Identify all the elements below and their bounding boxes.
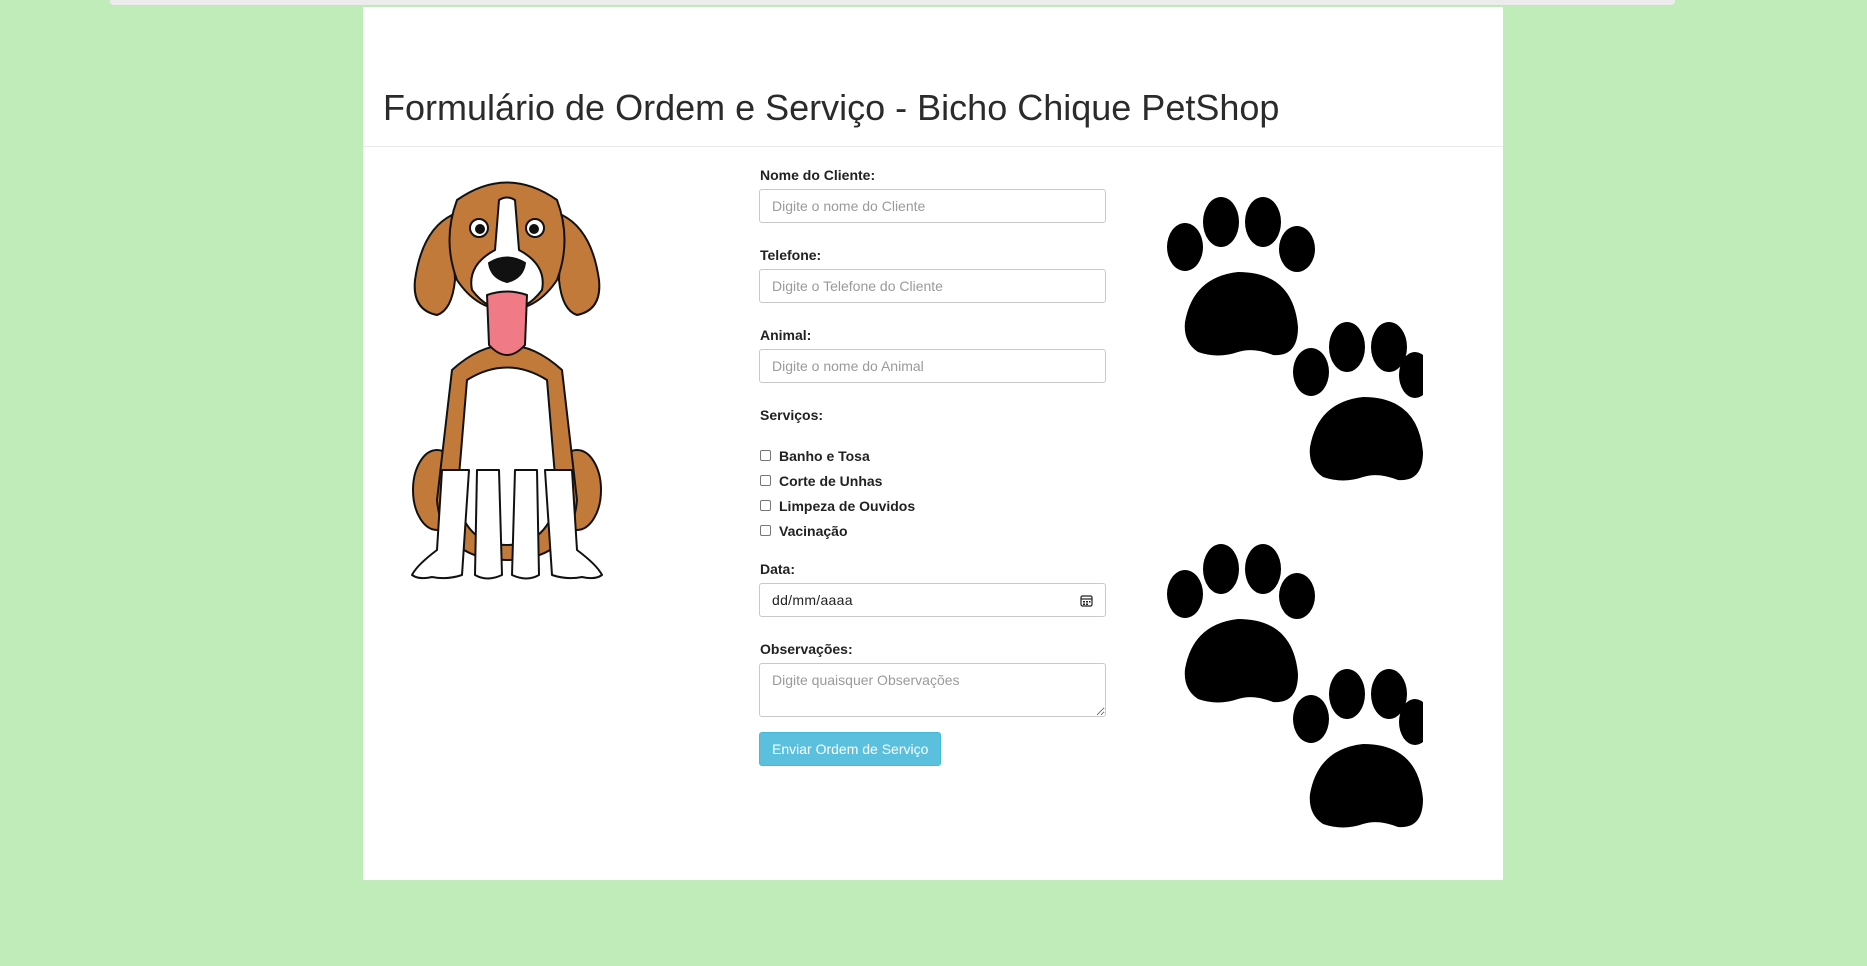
- date-input[interactable]: dd/mm/aaaa: [759, 583, 1106, 617]
- phone-input[interactable]: [759, 269, 1106, 303]
- notes-label: Observações:: [760, 641, 853, 657]
- checkbox[interactable]: [760, 525, 771, 536]
- checkbox[interactable]: [760, 475, 771, 486]
- animal-input[interactable]: [759, 349, 1106, 383]
- service-option-label: Limpeza de Ouvidos: [779, 497, 916, 514]
- services-label: Serviços:: [760, 407, 824, 423]
- client-name-input[interactable]: [759, 189, 1106, 223]
- form-card: Formulário de Ordem e Serviço - Bicho Ch…: [363, 7, 1503, 880]
- browser-top-strip: [110, 0, 1675, 6]
- notes-textarea[interactable]: [759, 663, 1106, 717]
- service-option-limpeza-ouvidos[interactable]: Limpeza de Ouvidos: [759, 493, 1109, 518]
- client-name-label: Nome do Cliente:: [760, 167, 876, 183]
- service-option-label: Corte de Unhas: [779, 472, 883, 489]
- service-option-banho-tosa[interactable]: Banho e Tosa: [759, 443, 1109, 468]
- checkbox[interactable]: [760, 450, 771, 461]
- dog-illustration-icon: [411, 181, 603, 580]
- date-label: Data:: [760, 561, 796, 577]
- page-title: Formulário de Ordem e Serviço - Bicho Ch…: [383, 87, 1280, 128]
- service-option-vacinacao[interactable]: Vacinação: [759, 518, 1109, 543]
- phone-label: Telefone:: [760, 247, 822, 263]
- checkbox[interactable]: [760, 500, 771, 511]
- service-option-label: Banho e Tosa: [779, 447, 870, 464]
- service-option-label: Vacinação: [779, 522, 848, 539]
- page-header: Formulário de Ordem e Serviço - Bicho Ch…: [363, 7, 1503, 147]
- date-placeholder: dd/mm/aaaa: [772, 592, 853, 608]
- submit-order-button[interactable]: Enviar Ordem de Serviço: [759, 732, 942, 766]
- calendar-icon[interactable]: [1080, 594, 1093, 607]
- paw-prints-icon: [1167, 197, 1423, 481]
- paw-prints-icon: [1167, 544, 1423, 828]
- animal-label: Animal:: [760, 327, 812, 343]
- service-option-corte-unhas[interactable]: Corte de Unhas: [759, 468, 1109, 493]
- service-order-form: Nome do Cliente: Telefone: Animal: Servi…: [759, 167, 1109, 766]
- services-group: Serviços: Banho e Tosa Corte de Unhas Li…: [759, 407, 1109, 543]
